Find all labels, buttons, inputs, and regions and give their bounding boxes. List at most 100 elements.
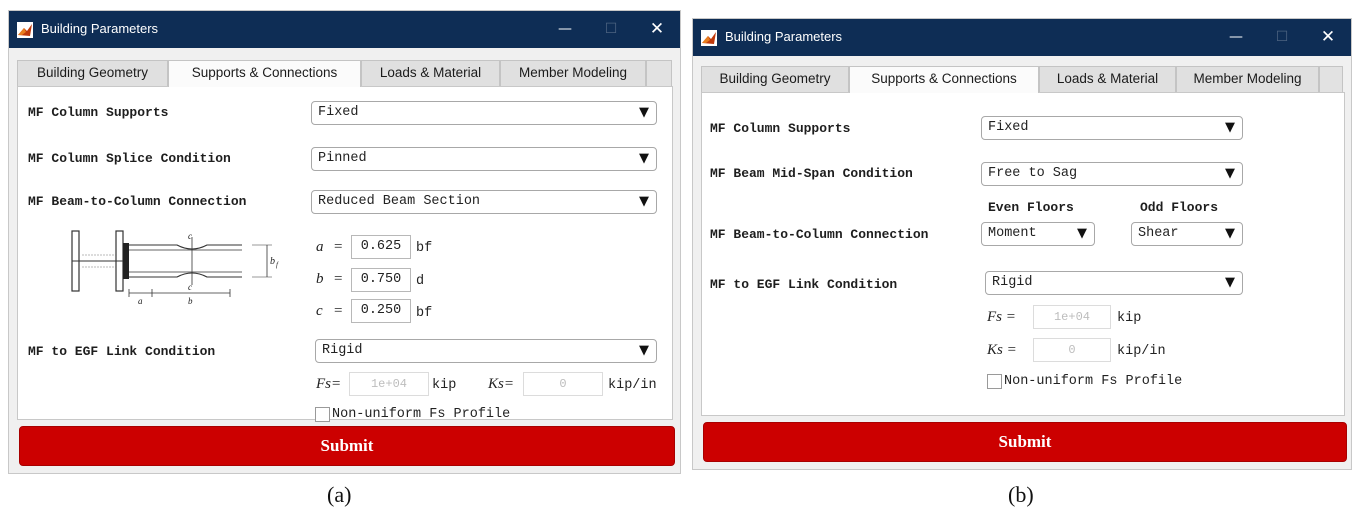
fs-unit: kip — [1117, 311, 1142, 326]
figure-sublabel-b: (b) — [1008, 482, 1034, 507]
mf-egf-link-label: MF to EGF Link Condition — [710, 277, 898, 292]
param-a-var: a — [316, 239, 324, 255]
mf-beam-midspan-label: MF Beam Mid-Span Condition — [710, 166, 913, 181]
submit-button[interactable]: Submit — [19, 426, 675, 466]
non-uniform-fs-checkbox[interactable] — [315, 407, 330, 422]
dim-label-bf: b — [270, 256, 275, 267]
mf-column-splice-dropdown[interactable]: Pinned ▼ — [311, 147, 657, 171]
dropdown-value: Fixed — [318, 105, 359, 120]
odd-floors-connection-dropdown[interactable]: Shear ▼ — [1131, 222, 1243, 246]
mf-column-supports-dropdown[interactable]: Fixed ▼ — [311, 101, 657, 125]
dropdown-arrow-icon: ▼ — [1225, 166, 1235, 181]
dropdown-arrow-icon: ▼ — [1225, 120, 1235, 135]
param-b-var: b — [316, 271, 324, 287]
mf-egf-link-label: MF to EGF Link Condition — [28, 344, 216, 359]
param-c-input[interactable]: 0.250 — [351, 299, 411, 323]
window-title: Building Parameters — [725, 29, 843, 44]
maximize-button[interactable]: ☐ — [1259, 19, 1305, 56]
title-bar[interactable]: Building Parameters — ☐ ✕ — [693, 19, 1351, 56]
dropdown-value: Free to Sag — [988, 166, 1078, 181]
non-uniform-fs-label: Non-uniform Fs Profile — [332, 407, 511, 422]
reduced-beam-section-diagram: a b c c b f — [71, 230, 279, 305]
tab-loads-material[interactable]: Loads & Material — [1039, 66, 1176, 92]
param-a-input[interactable]: 0.625 — [351, 235, 411, 259]
mf-column-supports-label: MF Column Supports — [710, 121, 851, 136]
param-c-unit: bf — [416, 306, 433, 321]
mf-beam-midspan-dropdown[interactable]: Free to Sag ▼ — [981, 162, 1243, 186]
tab-member-modeling[interactable]: Member Modeling — [1176, 66, 1319, 92]
minimize-button[interactable]: — — [1213, 19, 1259, 56]
minimize-button[interactable]: — — [542, 11, 588, 48]
non-uniform-fs-checkbox[interactable] — [987, 374, 1002, 389]
param-b-unit: d — [416, 274, 425, 289]
param-b-input[interactable]: 0.750 — [351, 268, 411, 292]
mf-beam-column-connection-dropdown[interactable]: Reduced Beam Section ▼ — [311, 190, 657, 214]
dropdown-arrow-icon: ▼ — [1225, 226, 1235, 241]
param-a-unit: bf — [416, 241, 433, 256]
supports-connections-panel: MF Column Supports Fixed ▼ MF Beam Mid-S… — [701, 92, 1345, 416]
dropdown-arrow-icon: ▼ — [639, 343, 649, 358]
dropdown-arrow-icon: ▼ — [639, 151, 649, 166]
odd-floors-header: Odd Floors — [1140, 200, 1219, 215]
tab-building-geometry[interactable]: Building Geometry — [17, 60, 168, 86]
dropdown-value: Fixed — [988, 120, 1029, 135]
param-c-equals: = — [334, 303, 343, 319]
ks-label: Ks= — [488, 376, 514, 392]
dim-label-c-bottom: c — [188, 282, 192, 292]
even-floors-header: Even Floors — [988, 200, 1074, 215]
tab-supports-connections[interactable]: Supports & Connections — [168, 60, 361, 87]
dropdown-arrow-icon: ▼ — [639, 194, 649, 209]
tab-building-geometry[interactable]: Building Geometry — [701, 66, 849, 92]
dropdown-value: Pinned — [318, 151, 367, 166]
tab-bar-filler — [1319, 66, 1343, 92]
even-floors-connection-dropdown[interactable]: Moment ▼ — [981, 222, 1095, 246]
dropdown-value: Moment — [988, 226, 1037, 241]
fs-label: Fs = — [987, 309, 1016, 325]
close-button[interactable]: ✕ — [634, 11, 680, 48]
tab-bar: Building Geometry Supports & Connections… — [17, 60, 672, 87]
submit-button[interactable]: Submit — [703, 422, 1347, 462]
mf-column-splice-label: MF Column Splice Condition — [28, 151, 231, 166]
figure-sublabel-a: (a) — [327, 482, 352, 507]
ks-label: Ks = — [987, 342, 1017, 358]
tab-supports-connections[interactable]: Supports & Connections — [849, 66, 1039, 93]
fs-input[interactable]: 1e+04 — [349, 372, 429, 396]
ks-input[interactable]: 0 — [1033, 338, 1111, 362]
param-c-var: c — [316, 303, 323, 319]
dropdown-value: Rigid — [992, 275, 1033, 290]
maximize-button[interactable]: ☐ — [588, 11, 634, 48]
matlab-app-icon — [17, 22, 33, 38]
tab-loads-material[interactable]: Loads & Material — [361, 60, 500, 86]
mf-column-supports-dropdown[interactable]: Fixed ▼ — [981, 116, 1243, 140]
dim-label-c-top: c — [188, 231, 192, 241]
dropdown-arrow-icon: ▼ — [1225, 275, 1235, 290]
title-bar[interactable]: Building Parameters — ☐ ✕ — [9, 11, 680, 48]
ks-input[interactable]: 0 — [523, 372, 603, 396]
close-button[interactable]: ✕ — [1305, 19, 1351, 56]
dim-label-a: a — [138, 296, 143, 305]
building-parameters-window-a: Building Parameters — ☐ ✕ Building Geome… — [8, 10, 681, 474]
ks-unit: kip/in — [608, 378, 657, 393]
dropdown-value: Reduced Beam Section — [318, 194, 481, 209]
param-a-equals: = — [334, 239, 343, 255]
dropdown-arrow-icon: ▼ — [1077, 226, 1087, 241]
ks-unit: kip/in — [1117, 344, 1166, 359]
mf-column-supports-label: MF Column Supports — [28, 105, 169, 120]
fs-label: Fs= — [316, 376, 342, 392]
fs-input[interactable]: 1e+04 — [1033, 305, 1111, 329]
mf-beam-column-connection-label: MF Beam-to-Column Connection — [710, 227, 929, 242]
mf-beam-column-connection-label: MF Beam-to-Column Connection — [28, 194, 247, 209]
supports-connections-panel: MF Column Supports Fixed ▼ MF Column Spl… — [17, 86, 673, 422]
mf-egf-link-dropdown[interactable]: Rigid ▼ — [315, 339, 657, 363]
tab-member-modeling[interactable]: Member Modeling — [500, 60, 646, 86]
dropdown-arrow-icon: ▼ — [639, 105, 649, 120]
fs-unit: kip — [432, 378, 457, 393]
mf-egf-link-dropdown[interactable]: Rigid ▼ — [985, 271, 1243, 295]
matlab-app-icon — [701, 30, 717, 46]
window-title: Building Parameters — [41, 21, 159, 36]
dim-label-b: b — [188, 296, 193, 305]
tab-bar: Building Geometry Supports & Connections… — [701, 66, 1343, 93]
building-parameters-window-b: Building Parameters — ☐ ✕ Building Geome… — [692, 18, 1352, 470]
non-uniform-fs-label: Non-uniform Fs Profile — [1004, 374, 1183, 389]
dim-label-bf-subscript: f — [276, 261, 279, 269]
